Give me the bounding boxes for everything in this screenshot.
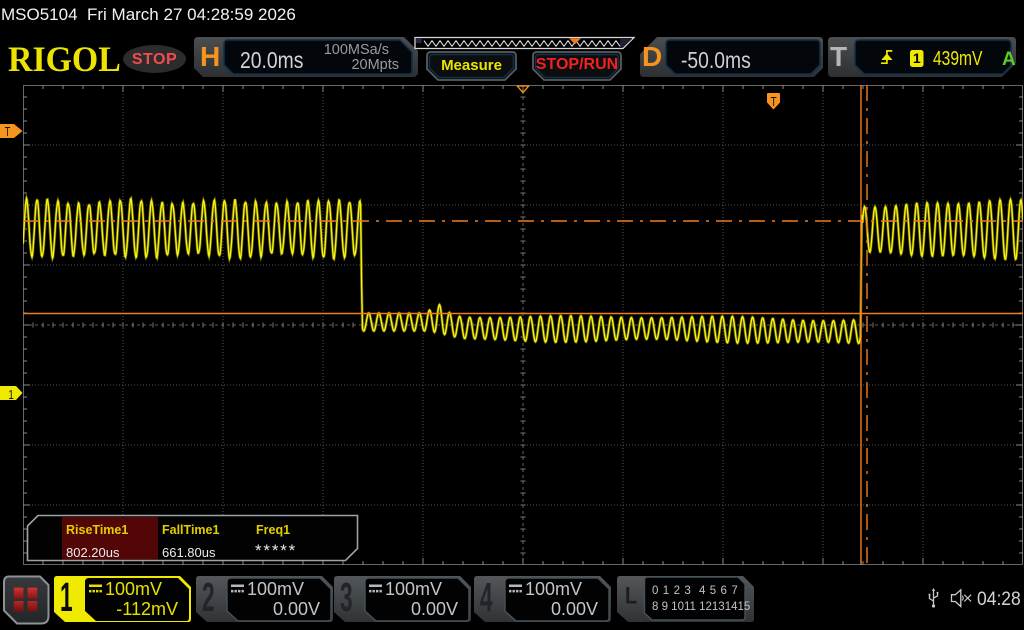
- svg-text:1: 1: [8, 389, 13, 402]
- svg-text:T: T: [5, 126, 11, 140]
- svg-text:T: T: [771, 96, 777, 109]
